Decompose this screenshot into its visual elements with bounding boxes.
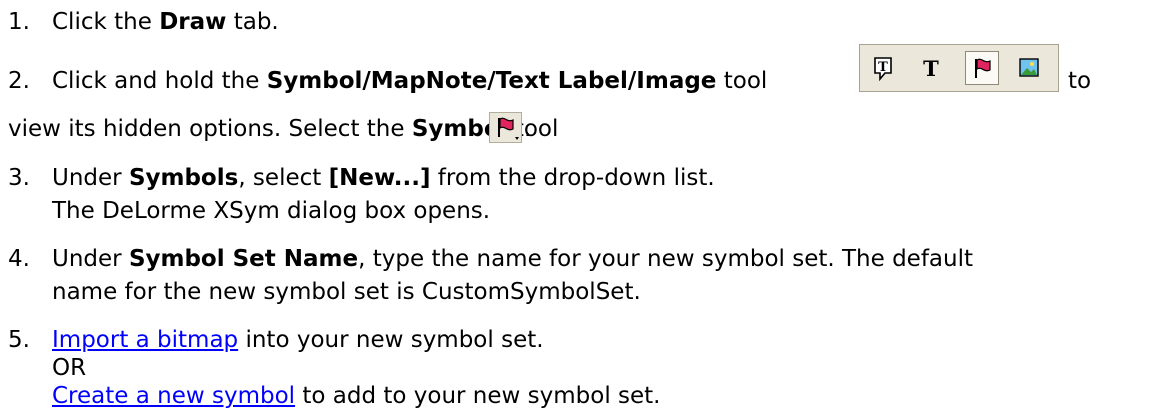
step-3: 3. Under Symbols, select [New...] from th… xyxy=(8,162,715,195)
step-text: into your new symbol set. xyxy=(238,327,544,353)
create-new-symbol-link[interactable]: Create a new symbol xyxy=(52,383,295,409)
step-1: 1. Click the Draw tab. xyxy=(8,6,279,39)
step-text: . xyxy=(524,116,532,142)
step-text: The DeLorme XSym dialog box opens. xyxy=(52,198,491,224)
step-text: Click and hold the xyxy=(52,68,267,94)
step-text: tab. xyxy=(226,9,279,35)
step-2: 2. Click and hold the Symbol/MapNote/Text… xyxy=(8,65,767,98)
step-text: view its hidden options. Select the xyxy=(8,116,412,142)
step-text: from the drop-down list. xyxy=(430,165,715,191)
step-text: to add to your new symbol set. xyxy=(295,383,661,409)
step-4: 4. Under Symbol Set Name, type the name f… xyxy=(8,243,973,276)
step-number: 1. xyxy=(8,9,30,35)
step-number: 3. xyxy=(8,165,30,191)
svg-text:T: T xyxy=(923,56,939,81)
symbol-set-name-label: Symbol Set Name xyxy=(128,246,359,272)
step-text: tool xyxy=(716,68,768,94)
step-text: to xyxy=(1068,68,1092,94)
instruction-list: 1. Click the Draw tab. 2. Click and hold t… xyxy=(0,0,1169,409)
step-text: name for the new symbol set is CustomSym… xyxy=(52,279,641,305)
step-text: Under xyxy=(52,165,129,191)
step-text: Under xyxy=(52,246,129,272)
step-text: , type the name for your new symbol set.… xyxy=(358,246,974,272)
tool-name: Symbol/MapNote/Text Label/Image xyxy=(266,68,717,94)
symbol-tool-toolbar: T T xyxy=(859,44,1059,92)
step-5-line-3: Create a new symbol to add to your new s… xyxy=(52,380,661,413)
image-icon xyxy=(1012,51,1046,85)
step-text: , select xyxy=(238,165,329,191)
draw-tab-label: Draw xyxy=(159,9,227,35)
step-number: 2. xyxy=(8,68,30,94)
step-number: 5. xyxy=(8,327,30,353)
step-2-line-2: view its hidden options. Select the Symb… xyxy=(8,113,558,146)
new-option-label: [New...] xyxy=(328,165,431,191)
symbols-label: Symbols xyxy=(128,165,239,191)
symbol-flag-icon xyxy=(965,51,999,85)
symbol-flag-icon xyxy=(489,112,522,143)
import-bitmap-link[interactable]: Import a bitmap xyxy=(52,327,238,353)
step-number: 4. xyxy=(8,246,30,272)
step-text: Click the xyxy=(52,9,160,35)
text-label-icon: T xyxy=(914,51,948,85)
svg-text:T: T xyxy=(878,60,888,75)
step-5: 5. Import a bitmap into your new symbol s… xyxy=(8,324,544,357)
mapnote-icon: T xyxy=(866,51,900,85)
